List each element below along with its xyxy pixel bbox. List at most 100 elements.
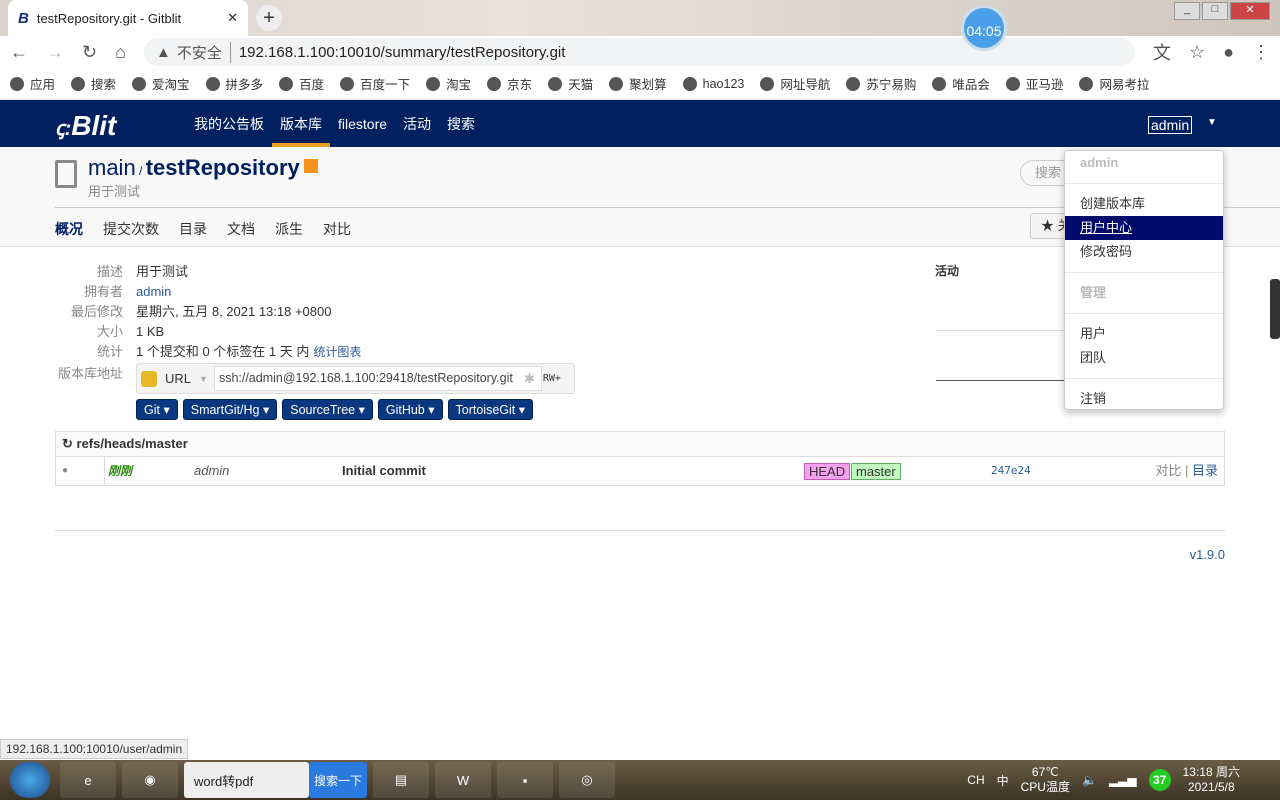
bookmark-item[interactable]: 搜索: [71, 74, 116, 93]
repo-description: 用于测试: [88, 184, 141, 199]
repo-tab[interactable]: 对比: [323, 219, 351, 239]
refresh-icon: ↻: [62, 436, 77, 451]
close-tab-icon[interactable]: ✕: [227, 10, 238, 26]
bookmark-item[interactable]: 拼多多: [205, 74, 263, 93]
summary-value[interactable]: admin: [136, 282, 171, 302]
bookmark-star-icon[interactable]: ☆: [1189, 42, 1205, 63]
stats-link[interactable]: 统计图表: [313, 342, 361, 362]
app-icon[interactable]: ◉: [122, 762, 178, 798]
bookmark-item[interactable]: 亚马逊: [1005, 74, 1063, 93]
close-window-button[interactable]: ✕: [1230, 2, 1270, 20]
bookmark-item[interactable]: 唯品会: [932, 74, 990, 93]
volume-icon[interactable]: 🔈: [1082, 773, 1097, 787]
menu-item-user-center[interactable]: 用户中心: [1065, 216, 1223, 240]
taskbar-word-item[interactable]: word转pdf: [184, 762, 309, 798]
bookmark-item[interactable]: 应用: [10, 74, 55, 93]
head-badge[interactable]: HEAD: [804, 463, 851, 480]
ie-icon[interactable]: e: [60, 762, 116, 798]
cmd-icon[interactable]: ▪: [497, 762, 553, 798]
browser-tab[interactable]: BtestRepository.git - Gitblit ✕: [8, 0, 248, 36]
menu-item-create-repo[interactable]: 创建版本库: [1065, 192, 1223, 216]
repo-tab[interactable]: 目录: [179, 219, 207, 239]
reload-icon[interactable]: ↻: [82, 42, 97, 63]
project-link[interactable]: main: [88, 155, 136, 180]
profile-icon[interactable]: ●: [1223, 42, 1234, 63]
bookmark-item[interactable]: 网址导航: [760, 74, 830, 93]
repo-tab[interactable]: 文档: [227, 219, 255, 239]
nav-item[interactable]: filestore: [330, 102, 395, 147]
summary-row: 描述 用于测试: [55, 262, 361, 282]
repo-tab[interactable]: 提交次数: [103, 219, 159, 239]
security-badge[interactable]: 37: [1148, 769, 1171, 791]
commit-sha[interactable]: 247e24: [991, 457, 1031, 485]
bookmark-item[interactable]: 京东: [487, 74, 532, 93]
system-clock[interactable]: 13:18 周六 2021/5/8: [1183, 765, 1240, 795]
network-icon[interactable]: ▂▃▅: [1109, 773, 1137, 787]
bookmark-item[interactable]: 淘宝: [426, 74, 471, 93]
menu-item-users[interactable]: 用户: [1065, 322, 1223, 346]
nav-item[interactable]: 搜索: [439, 102, 483, 147]
bookmark-item[interactable]: hao123: [682, 76, 744, 91]
compare-link[interactable]: 对比: [1155, 463, 1181, 478]
bookmark-item[interactable]: 爱淘宝: [132, 74, 190, 93]
menu-item-teams[interactable]: 团队: [1065, 346, 1223, 370]
bookmark-item[interactable]: 百度一下: [340, 74, 410, 93]
repository-icon: [55, 160, 77, 188]
repo-tab[interactable]: 概况: [55, 219, 83, 239]
bookmark-item[interactable]: 苏宁易购: [846, 74, 916, 93]
user-avatar-menu[interactable]: admin: [1148, 116, 1193, 134]
scrollbar[interactable]: [1270, 279, 1280, 339]
master-badge[interactable]: master: [851, 463, 901, 480]
bookmark-label: 网址导航: [780, 78, 831, 92]
floating-clock: 04:05: [961, 5, 1007, 51]
globe-icon: [548, 76, 563, 91]
back-icon[interactable]: ←: [10, 42, 28, 63]
insecure-label: 不安全: [177, 41, 231, 63]
menu-item-change-password[interactable]: 修改密码: [1065, 240, 1223, 264]
bookmark-item[interactable]: 百度: [279, 74, 324, 93]
start-button[interactable]: [10, 762, 50, 798]
bookmark-label: 网易考拉: [1099, 78, 1150, 92]
nav-item[interactable]: 我的公告板: [186, 102, 272, 147]
forward-icon[interactable]: →: [46, 42, 64, 63]
bookmark-label: 百度一下: [360, 78, 411, 92]
branch-link[interactable]: refs/heads/master: [77, 436, 188, 451]
new-tab-button[interactable]: +: [256, 5, 282, 31]
clone-client-button[interactable]: GitHub ▾: [377, 399, 443, 420]
taskbar-search-button[interactable]: 搜索一下: [309, 762, 367, 798]
repo-name-link[interactable]: testRepository: [146, 155, 300, 180]
repo-tab[interactable]: 派生: [275, 219, 303, 239]
globe-icon: [10, 76, 24, 91]
caret-down-icon[interactable]: ▼: [1207, 117, 1217, 128]
translate-icon[interactable]: ⽂: [1153, 39, 1171, 65]
home-icon[interactable]: ⌂: [115, 42, 126, 63]
ime-indicator[interactable]: 中: [997, 772, 1009, 789]
nav-item[interactable]: 活动: [395, 102, 439, 147]
bookmark-item[interactable]: 天猫: [548, 74, 593, 93]
clone-client-button[interactable]: TortoiseGit ▾: [447, 399, 533, 420]
clone-client-button[interactable]: SourceTree ▾: [282, 399, 373, 420]
clone-client-button[interactable]: SmartGit/Hg ▾: [182, 399, 278, 420]
browser-tab-strip: BtestRepository.git - Gitblit ✕ + 04:05 _…: [0, 0, 1280, 51]
commit-author[interactable]: admin: [194, 457, 229, 485]
wps-icon[interactable]: W: [435, 762, 491, 798]
chevron-down-icon[interactable]: ▼: [199, 374, 208, 384]
bookmark-item[interactable]: 网易考拉: [1079, 74, 1149, 93]
rss-icon[interactable]: [303, 159, 318, 173]
explorer-icon[interactable]: ▤: [373, 762, 429, 798]
clone-client-button[interactable]: Git ▾: [136, 399, 178, 420]
menu-icon[interactable]: ⋮: [1252, 42, 1270, 63]
gitblit-logo[interactable]: ꞔ:Blit: [55, 110, 116, 142]
copy-icon[interactable]: ✱: [524, 371, 535, 387]
chrome-icon[interactable]: ◎: [559, 762, 615, 798]
minimize-button[interactable]: _: [1174, 2, 1200, 20]
menu-item-logout[interactable]: 注销: [1065, 387, 1223, 411]
bookmark-item[interactable]: 聚划算: [609, 74, 667, 93]
clone-url-field[interactable]: ssh://admin@192.168.1.100:29418/testRepo…: [213, 366, 542, 391]
nav-item[interactable]: 版本库: [272, 102, 330, 147]
language-indicator[interactable]: CH: [967, 773, 984, 787]
tree-link[interactable]: 目录: [1192, 463, 1218, 478]
commit-message[interactable]: Initial commit: [342, 457, 426, 485]
maximize-button[interactable]: □: [1202, 2, 1228, 20]
protocol-select[interactable]: URL: [165, 371, 191, 386]
